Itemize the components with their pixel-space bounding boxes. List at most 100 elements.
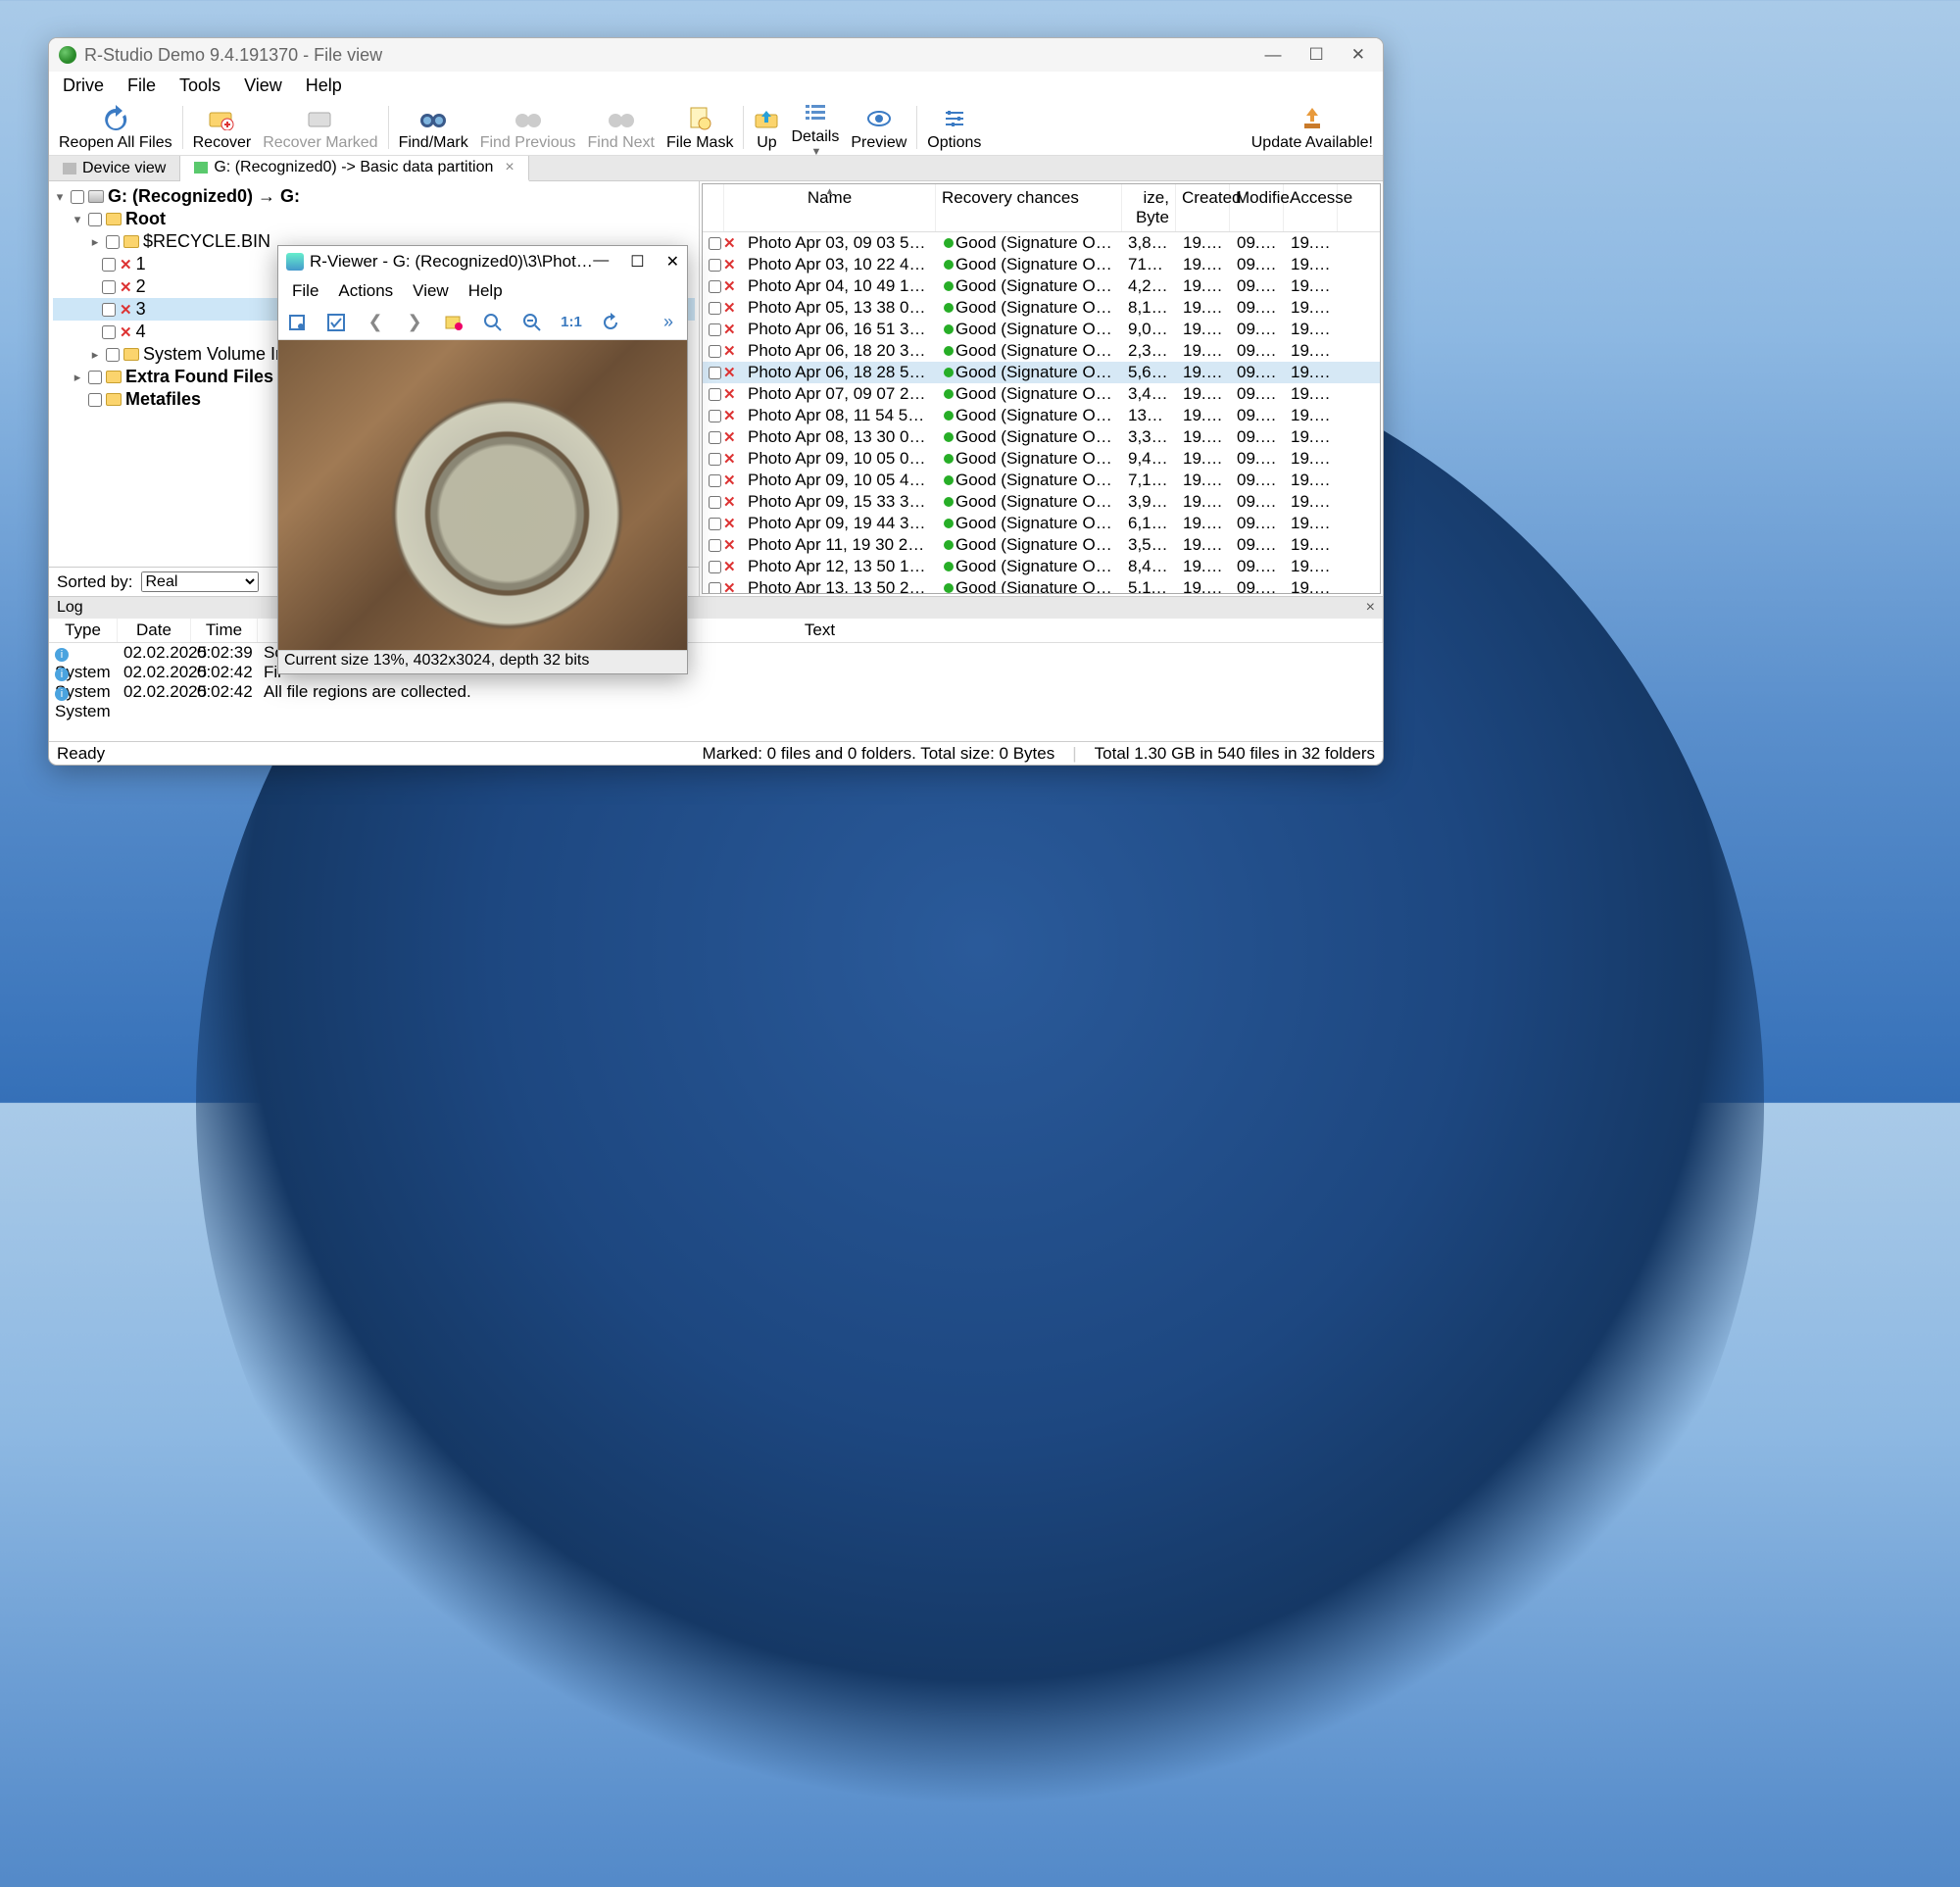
tree-checkbox[interactable]	[71, 190, 84, 204]
tree-checkbox[interactable]	[102, 303, 116, 317]
menu-drive[interactable]: Drive	[53, 74, 114, 98]
viewer-tool-pin[interactable]	[284, 313, 310, 332]
log-close-button[interactable]: ×	[1366, 599, 1375, 617]
file-row[interactable]: ✕Photo Apr 09, 19 44 38.jpgGood (Signatu…	[703, 513, 1380, 534]
file-checkbox[interactable]	[709, 323, 721, 336]
col-accessed[interactable]: Accesse	[1284, 184, 1338, 231]
viewer-close-button[interactable]: ✕	[666, 252, 679, 272]
file-row[interactable]: ✕Photo Apr 08, 13 30 07.heicGood (Signat…	[703, 426, 1380, 448]
tab-partition[interactable]: G: (Recognized0) -> Basic data partition…	[180, 156, 528, 181]
file-row[interactable]: ✕Photo Apr 13, 13 50 27.jpgGood (Signatu…	[703, 577, 1380, 593]
file-row[interactable]: ✕Photo Apr 11, 19 30 27.jpgGood (Signatu…	[703, 534, 1380, 556]
up-button[interactable]: Up	[748, 101, 785, 154]
tab-close-icon[interactable]: ×	[505, 159, 514, 176]
viewer-image-preview[interactable]	[278, 340, 687, 650]
tab-device-view[interactable]: Device view	[49, 156, 180, 180]
file-row[interactable]: ✕Photo Apr 06, 16 51 34.jpgGood (Signatu…	[703, 319, 1380, 340]
close-button[interactable]: ✕	[1351, 45, 1365, 65]
tree-label[interactable]: $RECYCLE.BIN	[143, 231, 270, 252]
viewer-zoom-in[interactable]	[480, 313, 506, 332]
tree-label[interactable]: 4	[136, 322, 146, 342]
tree-checkbox[interactable]	[102, 280, 116, 294]
log-col-date[interactable]: Date	[118, 619, 191, 642]
find-previous-button[interactable]: Find Previous	[474, 101, 582, 154]
file-checkbox[interactable]	[709, 259, 721, 272]
file-checkbox[interactable]	[709, 367, 721, 379]
col-name[interactable]: ▴Name	[724, 184, 936, 231]
viewer-tool-check[interactable]	[323, 313, 349, 332]
file-row[interactable]: ✕Photo Apr 03, 10 22 48.jpgGood (Signatu…	[703, 254, 1380, 275]
recover-marked-button[interactable]: Recover Marked	[257, 101, 383, 154]
viewer-tool-reuse[interactable]	[441, 313, 466, 332]
find-next-button[interactable]: Find Next	[582, 101, 661, 154]
sorted-by-select[interactable]: Real	[141, 571, 259, 592]
col-modified[interactable]: Modifie	[1230, 184, 1284, 231]
file-row[interactable]: ✕Photo Apr 09, 10 05 49.jpgGood (Signatu…	[703, 470, 1380, 491]
viewer-minimize-button[interactable]: —	[593, 252, 609, 272]
file-checkbox[interactable]	[709, 302, 721, 315]
options-button[interactable]: Options	[921, 101, 987, 154]
file-checkbox[interactable]	[709, 237, 721, 250]
viewer-rotate[interactable]	[598, 313, 623, 332]
file-list-body[interactable]: ✕Photo Apr 03, 09 03 55.heicGood (Signat…	[703, 232, 1380, 593]
file-row[interactable]: ✕Photo Apr 12, 13 50 19.jpgGood (Signatu…	[703, 556, 1380, 577]
tree-checkbox[interactable]	[88, 213, 102, 226]
tree-label[interactable]: 2	[136, 276, 146, 297]
recover-button[interactable]: Recover	[187, 101, 258, 154]
tree-label[interactable]: Extra Found Files	[125, 367, 273, 387]
viewer-menu-help[interactable]: Help	[459, 279, 513, 303]
menu-tools[interactable]: Tools	[170, 74, 230, 98]
file-row[interactable]: ✕Photo Apr 05, 13 38 03.jpgGood (Signatu…	[703, 297, 1380, 319]
viewer-more-button[interactable]: »	[656, 312, 681, 332]
titlebar[interactable]: R-Studio Demo 9.4.191370 - File view — ☐…	[49, 38, 1383, 72]
tree-checkbox[interactable]	[102, 258, 116, 272]
file-mask-button[interactable]: File Mask	[661, 101, 739, 154]
viewer-zoom-out[interactable]	[519, 313, 545, 332]
menu-view[interactable]: View	[234, 74, 292, 98]
tree-label-root[interactable]: G: (Recognized0) → G:	[108, 186, 300, 207]
tree-label[interactable]: 3	[136, 299, 146, 320]
file-checkbox[interactable]	[709, 345, 721, 358]
tree-checkbox[interactable]	[106, 348, 120, 362]
file-checkbox[interactable]	[709, 582, 721, 594]
update-available-button[interactable]: Update Available!	[1246, 101, 1379, 154]
file-checkbox[interactable]	[709, 410, 721, 422]
minimize-button[interactable]: —	[1265, 45, 1282, 65]
file-row[interactable]: ✕Photo Apr 07, 09 07 29.jpgGood (Signatu…	[703, 383, 1380, 405]
tree-label[interactable]: 1	[136, 254, 146, 274]
viewer-menu-view[interactable]: View	[403, 279, 459, 303]
menu-file[interactable]: File	[118, 74, 166, 98]
viewer-titlebar[interactable]: R-Viewer - G: (Recognized0)\3\Photo… — ☐…	[278, 246, 687, 277]
file-checkbox[interactable]	[709, 496, 721, 509]
tree-checkbox[interactable]	[106, 235, 120, 249]
file-checkbox[interactable]	[709, 453, 721, 466]
file-checkbox[interactable]	[709, 431, 721, 444]
file-checkbox[interactable]	[709, 539, 721, 552]
viewer-maximize-button[interactable]: ☐	[630, 252, 644, 272]
col-created[interactable]: Created	[1176, 184, 1230, 231]
reopen-all-files-button[interactable]: Reopen All Files	[53, 101, 178, 154]
file-row[interactable]: ✕Photo Apr 09, 10 05 03.jpgGood (Signatu…	[703, 448, 1380, 470]
viewer-menu-actions[interactable]: Actions	[328, 279, 403, 303]
file-row[interactable]: ✕Photo Apr 08, 11 54 55.heicGood (Signat…	[703, 405, 1380, 426]
file-checkbox[interactable]	[709, 388, 721, 401]
file-row[interactable]: ✕Photo Apr 06, 18 20 39.heicGood (Signat…	[703, 340, 1380, 362]
details-button[interactable]: Details ▼	[785, 95, 845, 160]
file-checkbox[interactable]	[709, 474, 721, 487]
log-col-time[interactable]: Time	[191, 619, 258, 642]
tree-label[interactable]: Root	[125, 209, 166, 229]
tree-checkbox[interactable]	[102, 325, 116, 339]
viewer-zoom-actual[interactable]: 1:1	[559, 314, 584, 330]
maximize-button[interactable]: ☐	[1309, 45, 1324, 65]
log-col-type[interactable]: Type	[49, 619, 118, 642]
preview-button[interactable]: Preview	[845, 101, 912, 154]
tree-label[interactable]: Metafiles	[125, 389, 201, 410]
tree-checkbox[interactable]	[88, 371, 102, 384]
file-row[interactable]: ✕Photo Apr 09, 15 33 37.jpgGood (Signatu…	[703, 491, 1380, 513]
file-checkbox[interactable]	[709, 518, 721, 530]
file-checkbox[interactable]	[709, 561, 721, 573]
file-checkbox[interactable]	[709, 280, 721, 293]
menu-help[interactable]: Help	[296, 74, 352, 98]
col-size[interactable]: ize, Byte	[1122, 184, 1176, 231]
viewer-menu-file[interactable]: File	[282, 279, 328, 303]
